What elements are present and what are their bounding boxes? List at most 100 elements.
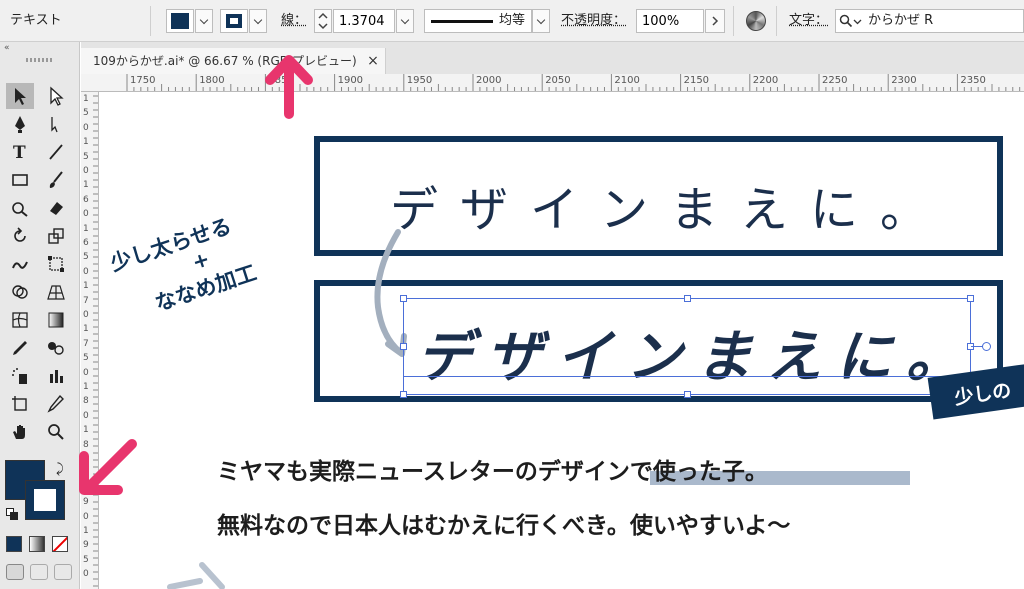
type-tool[interactable]: T [6,139,34,165]
none-mode-button[interactable] [52,536,68,552]
selection-handle[interactable] [400,295,407,302]
stroke-color-swatch[interactable] [25,480,65,520]
gradient-mode-button[interactable] [29,536,45,552]
ruler-tick-label: 5 [83,252,89,263]
svg-text:T: T [13,143,26,162]
panel-grip[interactable] [26,58,54,62]
free-transform-tool[interactable] [42,251,70,277]
horizontal-ruler[interactable]: 1750 1800 1850 1900 1950 2000 2050 2100 2150 2200… [81,74,1024,92]
opacity-input[interactable] [636,9,704,33]
ruler-tick-label: 0 [83,410,89,421]
fill-swatch[interactable] [166,9,194,33]
hand-tool[interactable] [6,419,34,445]
rotate-icon [14,227,26,242]
ruler-tick-label: 7 [83,295,89,306]
selection-bounding-box[interactable] [403,298,971,395]
shape-builder-tool[interactable] [6,279,34,305]
paintbrush-tool[interactable] [42,167,70,193]
document-tab[interactable]: 109からかぜ.ai* @ 66.67 % (RGB/プレビュー) × [81,48,386,74]
ruler-tick-label: 9 [83,540,89,551]
document-tab-title: 109からかぜ.ai* @ 66.67 % (RGB/プレビュー) [93,54,357,68]
fill-dropdown[interactable] [195,9,213,33]
ruler-tick-label: 0 [83,569,89,580]
blend-tool[interactable] [42,335,70,361]
warp-tool[interactable] [6,251,34,277]
divider [776,6,777,36]
search-icon [839,14,853,28]
selection-handle[interactable] [684,295,691,302]
eraser-tool[interactable] [42,195,70,221]
eyedropper-icon [13,341,27,355]
mesh-tool[interactable] [6,307,34,333]
stroke-profile-select[interactable]: 均等 [424,9,532,33]
draw-behind-button[interactable] [30,564,48,580]
ruler-tick-label: 1 [83,526,89,536]
opacity-expand-button[interactable] [705,9,725,33]
draw-normal-button[interactable] [6,564,24,580]
column-graph-tool[interactable] [42,363,70,389]
selection-handle[interactable] [400,391,407,398]
ruler-tick-label: 2150 [683,75,710,86]
default-colors-icon[interactable] [6,508,18,520]
slice-tool[interactable] [42,391,70,417]
stroke-stepper[interactable] [314,9,332,33]
ruler-tick-label: 2200 [752,75,779,86]
control-bar: テキスト 線： 均等 不透明度： 文字： からかぜ R [0,0,1024,42]
magnifier-icon [48,424,64,440]
shape-builder-icon [12,285,28,299]
knife-icon [47,394,64,413]
color-mode-button[interactable] [6,536,22,552]
divider [150,6,151,36]
ruler-tick-label: 6 [83,194,89,205]
pen-icon [15,116,25,133]
stroke-profile-label: 均等 [499,13,526,28]
ruler-tick-label: 1900 [337,75,364,86]
selection-handle[interactable] [684,391,691,398]
ruler-tick-label: 2350 [960,75,986,86]
selection-handle[interactable] [967,295,974,302]
swap-colors-icon[interactable]: ⤸ [56,462,64,477]
ruler-tick-label: 0 [83,367,89,378]
stroke-weight-dropdown[interactable] [396,9,414,33]
zoom-tool[interactable] [42,419,70,445]
stroke-weight-input[interactable] [333,9,395,33]
hollow-arrow-icon [50,86,64,106]
close-icon[interactable]: × [363,48,383,74]
rotate-tool[interactable] [6,223,34,249]
ruler-tick-label: 1 [83,324,89,335]
text-out-port[interactable] [982,342,991,351]
font-label: 文字： [789,13,829,28]
stroke-profile-dropdown[interactable] [532,9,550,33]
draw-inside-button[interactable] [54,564,72,580]
line-tool[interactable] [42,139,70,165]
gradient-tool[interactable] [42,307,70,333]
artboard-canvas[interactable]: デザインまえに。 デザインまえに。 少し太らせる + ななめ加工 少しの ミヤマ… [100,92,1024,589]
recolor-artwork-icon[interactable] [746,11,766,31]
arrow-icon [15,88,26,105]
caption-line-2: 無料なので日本人はむかえに行くべき。使いやすいよ〜 [217,513,791,539]
vertical-ruler[interactable]: 1501501601650170175018018501901950 [81,92,99,589]
direct-selection-tool[interactable] [42,83,70,109]
eyedropper-tool[interactable] [6,335,34,361]
stroke-swatch[interactable] [220,9,248,33]
ruler-tick-label: 1 [83,223,89,234]
warp-icon [12,261,28,269]
artboard-tool[interactable] [6,391,34,417]
shaper-tool[interactable] [6,195,34,221]
ruler-tick-label: 8 [83,396,89,407]
selection-handle[interactable] [400,343,407,350]
hand-icon [13,425,25,439]
symbol-sprayer-tool[interactable] [6,363,34,389]
stroke-dropdown[interactable] [249,9,267,33]
selection-tool[interactable] [6,83,34,109]
font-search-field[interactable]: からかぜ R [835,9,1024,33]
pen-tool[interactable] [6,111,34,137]
rectangle-icon [12,174,28,186]
panel-collapse-icon[interactable]: « [4,43,10,53]
curvature-tool[interactable] [42,111,70,137]
ruler-tick-label: 0 [83,166,89,176]
perspective-grid-tool[interactable] [42,279,70,305]
baseline-guide [403,376,971,377]
scale-tool[interactable] [42,223,70,249]
rectangle-tool[interactable] [6,167,34,193]
